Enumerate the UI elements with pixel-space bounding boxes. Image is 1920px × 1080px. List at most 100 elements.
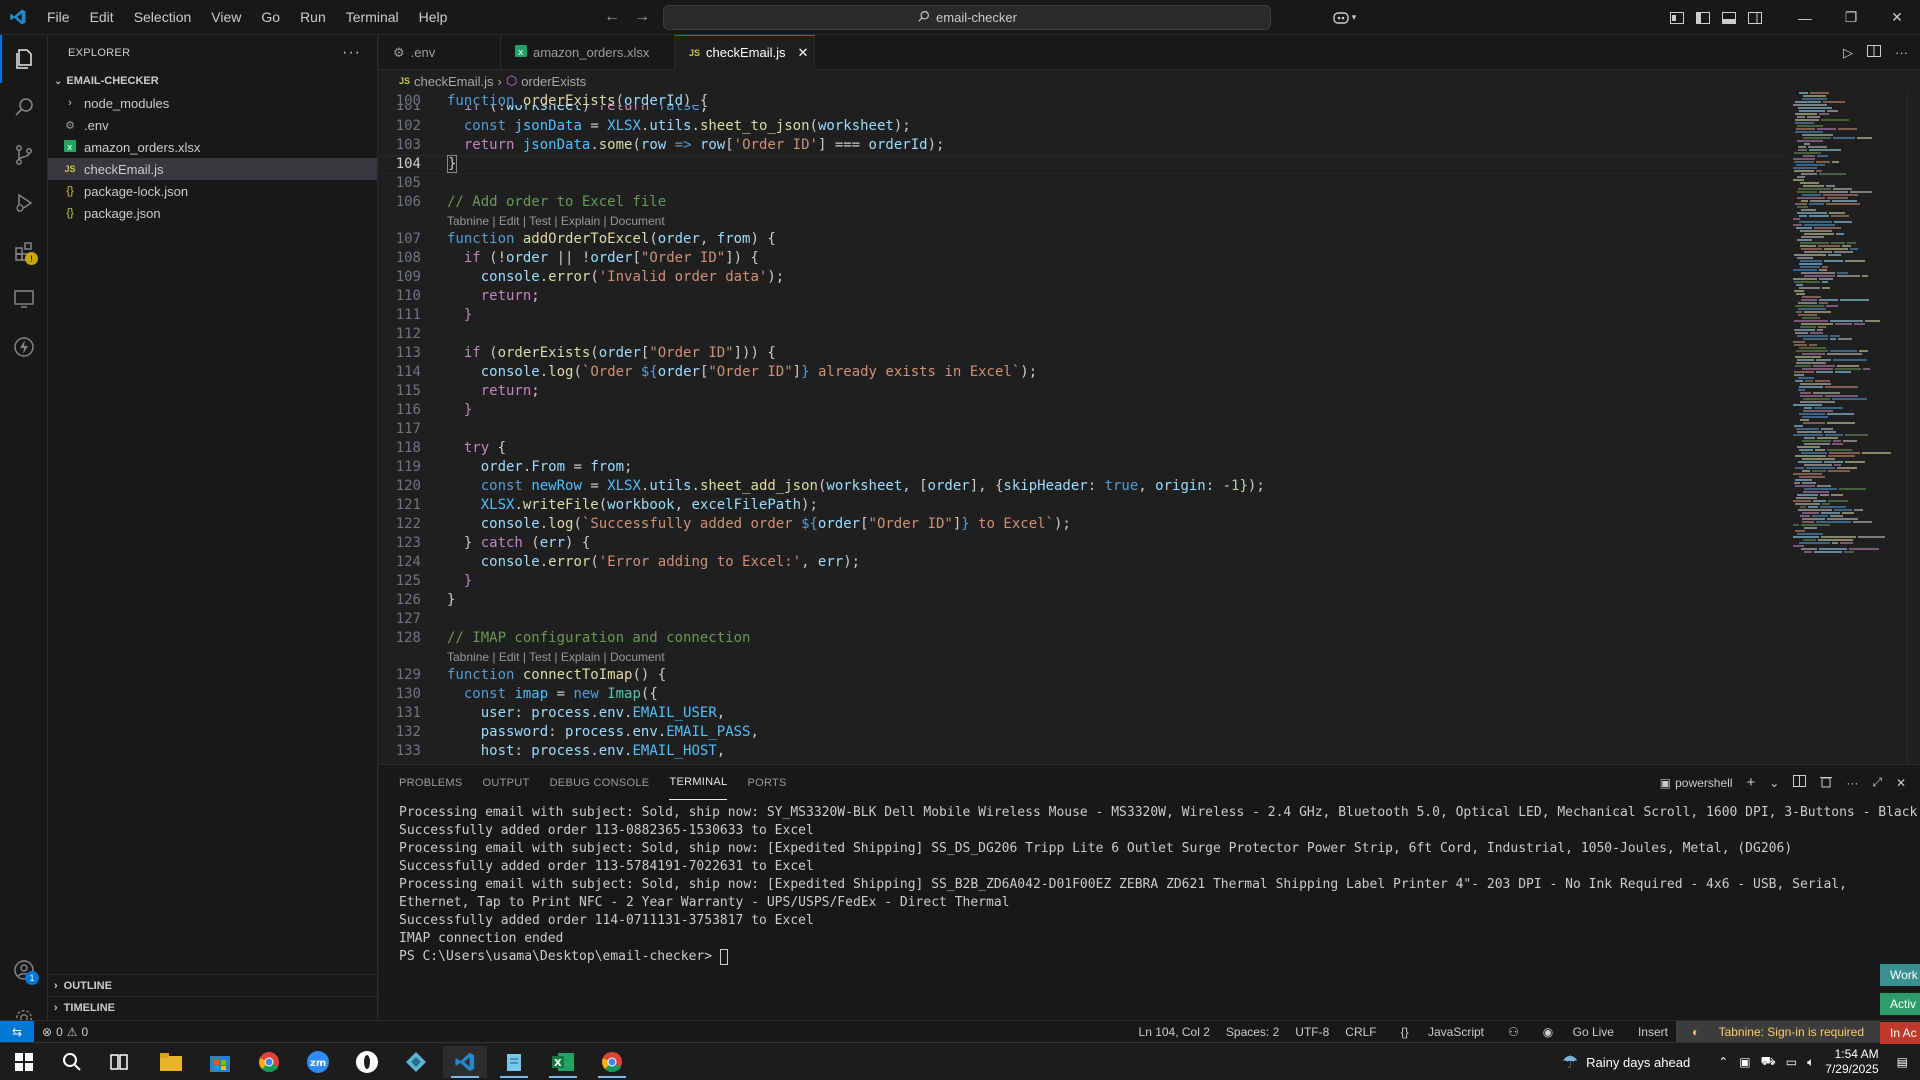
terminal-prompt-line[interactable]: PS C:\Users\usama\Desktop\email-checker> [399, 948, 1919, 966]
editor-scrollbar[interactable] [1907, 92, 1920, 764]
tray-icon[interactable]: ⛟ [1756, 1054, 1781, 1070]
tab-terminal[interactable]: TERMINAL [669, 765, 728, 800]
volume-icon[interactable]: 🔈︎ [1802, 1055, 1819, 1070]
explorer-icon[interactable] [0, 35, 48, 83]
line-ending[interactable]: CRLF [1337, 1025, 1384, 1039]
microsoft-store-icon[interactable] [198, 1046, 242, 1078]
accounts-icon[interactable]: 1 [0, 946, 48, 994]
close-panel-icon[interactable]: ✕ [1896, 776, 1906, 790]
more-actions-icon[interactable]: ··· [342, 44, 361, 62]
codelens-label[interactable]: Tabnine | Edit | Test | Explain | Docume… [447, 212, 665, 231]
encoding[interactable]: UTF-8 [1287, 1025, 1337, 1039]
tray-icon[interactable]: ▣ [1734, 1055, 1755, 1069]
tabnine-status[interactable]: ◐ Tabnine: Sign-in is required [1675, 1021, 1880, 1043]
app-icon[interactable] [345, 1046, 389, 1078]
cursor-position[interactable]: Ln 104, Col 2 [1131, 1025, 1218, 1039]
restore-button[interactable]: ❐ [1828, 0, 1874, 35]
file-explorer-icon[interactable] [149, 1046, 193, 1078]
search-sidebar-icon[interactable] [0, 83, 48, 131]
search-icon[interactable] [50, 1046, 94, 1078]
new-terminal-icon[interactable]: + [1747, 774, 1756, 791]
chrome-icon[interactable] [247, 1046, 291, 1078]
menu-file[interactable]: File [37, 0, 80, 35]
customize-layout-icon[interactable] [1664, 0, 1690, 35]
tree-item-checkemail[interactable]: JS checkEmail.js [48, 158, 377, 180]
close-window-button[interactable]: ✕ [1874, 0, 1920, 35]
tree-item-env[interactable]: ⚙ .env [48, 114, 377, 136]
breadcrumb-symbol[interactable]: orderExists [521, 74, 586, 89]
chrome-icon[interactable] [590, 1046, 634, 1078]
chevron-up-icon[interactable]: ⌃ [1712, 1055, 1734, 1069]
remote-explorer-icon[interactable] [0, 275, 48, 323]
tab-amazon-orders[interactable]: x amazon_orders.xlsx [501, 35, 675, 70]
outline-section[interactable]: › OUTLINE [48, 974, 378, 996]
close-tab-icon[interactable]: ✕ [797, 45, 808, 61]
tab-output[interactable]: OUTPUT [483, 765, 530, 800]
menu-edit[interactable]: Edit [80, 0, 124, 35]
thunder-client-icon[interactable] [0, 323, 48, 371]
menu-help[interactable]: Help [409, 0, 458, 35]
vscode-taskbar-icon[interactable] [443, 1046, 487, 1078]
split-editor-icon[interactable] [1867, 45, 1881, 60]
tree-item-node-modules[interactable]: › node_modules [48, 92, 377, 114]
excel-icon[interactable]: X [541, 1046, 585, 1078]
more-actions-icon[interactable]: ··· [1846, 776, 1858, 790]
notepad-icon[interactable] [492, 1046, 536, 1078]
menu-view[interactable]: View [201, 0, 251, 35]
task-view-icon[interactable] [97, 1046, 141, 1078]
tab-checkemail[interactable]: JS checkEmail.js ✕ [675, 35, 815, 70]
minimize-button[interactable]: — [1782, 0, 1828, 35]
tree-item-amazon-orders[interactable]: x amazon_orders.xlsx [48, 136, 377, 158]
tree-item-package-lock[interactable]: {} package-lock.json [48, 180, 377, 202]
side-tag-inac[interactable]: In Ac [1880, 1022, 1920, 1044]
tab-problems[interactable]: PROBLEMS [399, 765, 463, 800]
terminal-output[interactable]: Processing email with subject: Sold, shi… [399, 804, 1919, 966]
copilot-icon[interactable]: ▾ [1324, 0, 1364, 35]
clock[interactable]: 1:54 AM 7/29/2025 [1819, 1047, 1892, 1077]
indentation[interactable]: Spaces: 2 [1218, 1025, 1287, 1039]
back-arrow-icon[interactable]: ← [604, 8, 620, 26]
tree-item-package[interactable]: {} package.json [48, 202, 377, 224]
minimap[interactable] [1789, 92, 1907, 764]
copilot-status-icon[interactable]: ⚇ [1500, 1025, 1527, 1039]
tab-env[interactable]: ⚙ .env [379, 35, 501, 70]
side-tag-activ[interactable]: Activ [1880, 993, 1920, 1015]
codelens-label[interactable]: Tabnine | Edit | Test | Explain | Docume… [447, 648, 665, 667]
windows-start-icon[interactable] [2, 1046, 46, 1078]
app-icon[interactable] [394, 1046, 438, 1078]
codelens[interactable]: Tabnine | Edit | Test | Explain | Docume… [379, 648, 1789, 667]
weather-widget[interactable]: ☂ Rainy days ahead [1562, 1052, 1690, 1073]
tab-ports[interactable]: PORTS [747, 765, 786, 800]
code-editor[interactable]: 100 function orderExists(orderId) { 101 i… [379, 92, 1789, 764]
workspace-folder[interactable]: ⌄ EMAIL-CHECKER [48, 70, 377, 92]
problems-indicator[interactable]: ⊗ 0 ⚠ 0 [42, 1025, 88, 1039]
run-debug-icon[interactable] [0, 179, 48, 227]
trash-icon[interactable] [1820, 775, 1833, 791]
menu-terminal[interactable]: Terminal [336, 0, 409, 35]
extensions-icon[interactable]: ! [0, 227, 48, 275]
terminal-profile[interactable]: ▣ powershell [1660, 776, 1733, 790]
forward-arrow-icon[interactable]: → [634, 8, 650, 26]
toggle-secondary-sidebar-icon[interactable] [1742, 0, 1768, 35]
toggle-sidebar-icon[interactable] [1690, 0, 1716, 35]
notification-icon[interactable]: ▤ [1893, 1055, 1920, 1069]
remote-icon[interactable]: ⇆ [0, 1020, 34, 1043]
language-mode[interactable]: {} JavaScript [1385, 1025, 1500, 1039]
toggle-panel-icon[interactable] [1716, 0, 1742, 35]
maximize-panel-icon[interactable]: ⤢ [1872, 775, 1882, 790]
insert-mode[interactable]: Insert [1630, 1025, 1676, 1039]
command-center-search[interactable]: email-checker [663, 5, 1271, 30]
breadcrumb-file[interactable]: checkEmail.js [414, 74, 493, 89]
run-file-icon[interactable]: ▷ [1843, 45, 1853, 61]
tab-debug-console[interactable]: DEBUG CONSOLE [550, 765, 650, 800]
source-control-icon[interactable] [0, 131, 48, 179]
more-actions-icon[interactable]: ··· [1895, 45, 1908, 60]
chevron-down-icon[interactable]: ⌄ [1769, 776, 1779, 790]
menu-selection[interactable]: Selection [124, 0, 202, 35]
codelens[interactable]: Tabnine | Edit | Test | Explain | Docume… [379, 212, 1789, 231]
go-live-button[interactable]: ◉ Go Live [1527, 1025, 1630, 1039]
split-terminal-icon[interactable] [1793, 775, 1807, 790]
side-tag-work[interactable]: Work [1880, 964, 1920, 986]
menu-run[interactable]: Run [290, 0, 336, 35]
menu-go[interactable]: Go [251, 0, 290, 35]
